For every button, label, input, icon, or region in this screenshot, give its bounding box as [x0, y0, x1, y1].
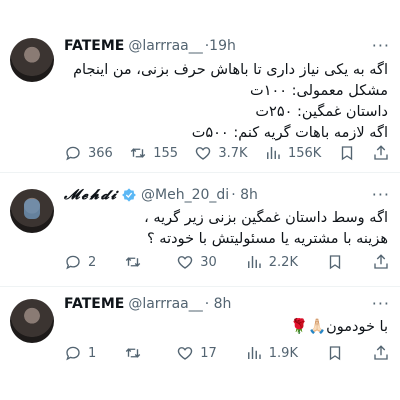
avatar[interactable] — [10, 38, 54, 82]
tweet[interactable]: 𝓜𝓮𝓱𝓭𝓲 @Meh_20_di · 8h ··· اگه وسط داستان… — [0, 173, 400, 286]
bookmark-button[interactable] — [338, 144, 356, 162]
views-button[interactable]: 156K — [264, 144, 321, 162]
reply-button[interactable]: 366 — [64, 144, 113, 162]
more-options-icon[interactable]: ··· — [372, 294, 390, 313]
reply-button[interactable]: 2 — [64, 253, 96, 271]
action-bar: 366 155 3.7K 156K — [64, 143, 390, 163]
share-button[interactable] — [372, 344, 390, 362]
tweet-line: اگه لازمه باهات گریه کنم: ۵۰۰ت — [191, 125, 388, 141]
view-count: 1.9K — [268, 345, 298, 361]
views-button[interactable]: 2.2K — [245, 253, 298, 271]
display-name[interactable]: 𝓜𝓮𝓱𝓭𝓲 — [64, 187, 118, 203]
reply-icon — [64, 344, 82, 362]
display-name[interactable]: FATEME — [64, 296, 124, 312]
tweet-header: FATEME @larrraa__ ·19h ··· — [64, 36, 390, 56]
tweet-text: با خودمون🙏🏻🌹 — [64, 317, 388, 338]
retweet-count: 155 — [153, 145, 179, 161]
like-button[interactable]: 17 — [176, 344, 217, 362]
like-count: 17 — [200, 345, 217, 361]
bookmark-icon — [338, 144, 356, 162]
more-options-icon[interactable]: ··· — [372, 36, 390, 55]
reply-button[interactable]: 1 — [64, 344, 96, 362]
user-handle[interactable]: @Meh_20_di — [141, 187, 229, 203]
bookmark-button[interactable] — [326, 344, 344, 362]
tweet[interactable]: FATEME @larrraa__ · 8h ··· با خودمون🙏🏻🌹 … — [0, 287, 400, 400]
user-handle[interactable]: @larrraa__ — [128, 296, 202, 312]
heart-icon — [194, 144, 212, 162]
more-options-icon[interactable]: ··· — [372, 185, 390, 204]
avatar-blur — [24, 199, 40, 219]
avatar[interactable] — [10, 189, 54, 233]
retweet-button[interactable] — [124, 253, 148, 271]
view-count: 156K — [287, 145, 322, 161]
share-icon — [372, 144, 390, 162]
share-icon — [372, 253, 390, 271]
like-button[interactable]: 3.7K — [194, 144, 248, 162]
view-count: 2.2K — [268, 254, 298, 270]
retweet-icon — [129, 144, 147, 162]
reply-icon — [64, 144, 82, 162]
retweet-button[interactable] — [124, 344, 148, 362]
bookmark-button[interactable] — [326, 253, 344, 271]
share-icon — [372, 344, 390, 362]
tweet-header: 𝓜𝓮𝓱𝓭𝓲 @Meh_20_di · 8h ··· — [64, 185, 390, 205]
verified-badge-icon — [121, 187, 137, 203]
bookmark-icon — [326, 344, 344, 362]
share-button[interactable] — [372, 144, 390, 162]
views-chart-icon — [245, 253, 263, 271]
like-count: 30 — [200, 254, 217, 270]
avatar[interactable] — [10, 299, 54, 343]
tweet-line: با خودمون🙏🏻🌹 — [290, 319, 388, 335]
action-bar: 1 17 1.9K — [64, 343, 390, 363]
heart-icon — [176, 253, 194, 271]
views-chart-icon — [264, 144, 282, 162]
action-bar: 2 30 2.2K — [64, 252, 390, 272]
heart-icon — [176, 344, 194, 362]
share-button[interactable] — [372, 253, 390, 271]
retweet-icon — [124, 344, 142, 362]
tweet-line: اگه وسط داستان غمگین بزنی زیر گریه ، — [144, 210, 388, 226]
like-count: 3.7K — [218, 145, 248, 161]
tweet[interactable]: FATEME @larrraa__ ·19h ··· اگه به یکی نی… — [0, 0, 400, 172]
display-name[interactable]: FATEME — [64, 38, 124, 54]
reply-count: 1 — [88, 345, 97, 361]
retweet-icon — [124, 253, 142, 271]
reply-count: 2 — [88, 254, 97, 270]
like-button[interactable]: 30 — [176, 253, 217, 271]
views-button[interactable]: 1.9K — [245, 344, 298, 362]
tweet-text: اگه به یکی نیاز داری تا باهاش حرف بزنی، … — [64, 60, 388, 144]
bookmark-icon — [326, 253, 344, 271]
timestamp[interactable]: · 8h — [231, 187, 258, 203]
timestamp[interactable]: · 8h — [205, 296, 232, 312]
timeline: FATEME @larrraa__ ·19h ··· اگه به یکی نی… — [0, 0, 400, 400]
tweet-text: اگه وسط داستان غمگین بزنی زیر گریه ، هزی… — [64, 208, 388, 250]
reply-icon — [64, 253, 82, 271]
reply-count: 366 — [88, 145, 113, 161]
timestamp[interactable]: ·19h — [205, 38, 236, 54]
tweet-line: هزینه با مشتریه یا مسئولیتش با خودته ؟ — [147, 231, 388, 247]
tweet-header: FATEME @larrraa__ · 8h ··· — [64, 294, 390, 314]
tweet-line: داستان غمگین: ۲۵۰ت — [255, 104, 388, 120]
tweet-line: اگه به یکی نیاز داری تا باهاش حرف بزنی، … — [73, 62, 388, 78]
retweet-button[interactable]: 155 — [129, 144, 178, 162]
views-chart-icon — [245, 344, 263, 362]
user-handle[interactable]: @larrraa__ — [128, 38, 202, 54]
tweet-line: مشکل معمولی: ۱۰۰ت — [250, 83, 388, 99]
